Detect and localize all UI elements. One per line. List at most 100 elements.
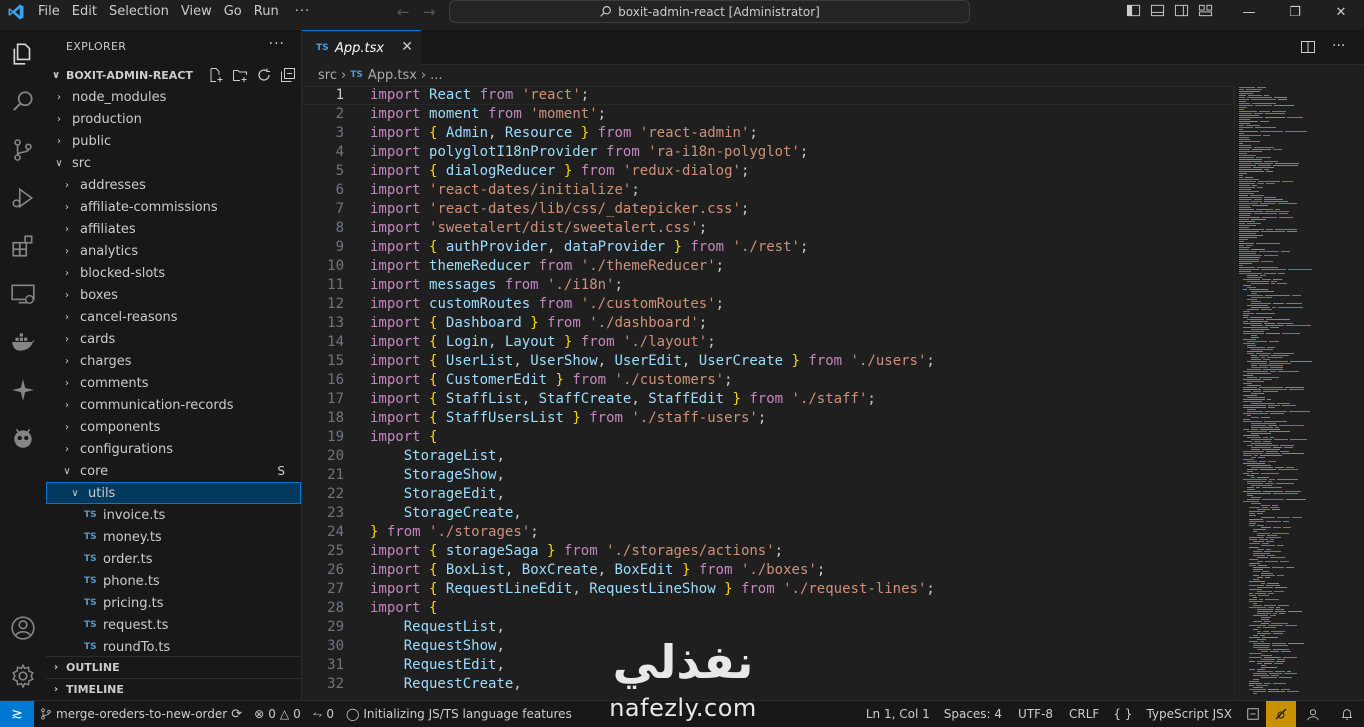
command-center[interactable]: boxit-admin-react [Administrator] [449,0,970,23]
tree-folder[interactable]: › charges [46,350,301,372]
extension-icon[interactable] [1240,707,1266,721]
breadcrumb-symbols[interactable]: ... [430,68,442,83]
indentation[interactable]: Spaces: 4 [936,707,1010,721]
problems-status[interactable]: ⊗ 0 △ 0 [248,707,307,721]
go-back-icon[interactable]: ← [390,3,416,21]
outline-section-header[interactable]: › OUTLINE [46,656,302,678]
close-icon[interactable]: ✕ [401,39,413,55]
toggle-secondary-sidebar-icon[interactable] [1174,3,1189,18]
code-editor[interactable]: 1 import React from 'react'; 2 import momen… [302,85,1234,700]
tree-folder[interactable]: › affiliates [46,218,301,240]
customize-layout-icon[interactable] [1198,3,1213,18]
close-window-icon[interactable]: ✕ [1318,0,1364,24]
collapse-all-icon[interactable] [280,67,296,83]
new-file-icon[interactable] [208,67,224,83]
toggle-primary-sidebar-icon[interactable] [1126,3,1141,18]
tree-file[interactable]: TS request.ts [46,614,301,636]
platformio-icon[interactable] [0,414,46,462]
restore-icon[interactable]: ❐ [1272,0,1318,24]
tree-folder[interactable]: › boxes [46,284,301,306]
menu-file[interactable]: File [32,0,66,24]
minimap-line [1261,309,1272,310]
code-token: messages [429,277,497,293]
explorer-icon[interactable] [0,30,46,78]
code-token: StorageCreate [403,505,514,521]
line-number: 19 [327,429,344,445]
breadcrumb-file[interactable]: App.tsx [368,68,417,83]
tab-app-tsx[interactable]: TS App.tsx ✕ [302,30,421,65]
project-section-header[interactable]: ∨ BOXIT-ADMIN-REACT [46,64,302,86]
tree-folder[interactable]: › components [46,416,301,438]
notifications-icon[interactable] [1330,707,1364,721]
tree-file[interactable]: TS money.ts [46,526,301,548]
tree-folder[interactable]: ∨ core S [46,460,301,482]
menu-more-button[interactable]: ··· [285,0,320,24]
tree-folder[interactable]: › addresses [46,174,301,196]
settings-gear-icon[interactable] [0,652,46,700]
tree-folder[interactable]: ∨ utils [46,482,301,504]
tree-folder[interactable]: › analytics [46,240,301,262]
minimap[interactable] [1234,85,1364,700]
tree-file[interactable]: TS pricing.ts [46,592,301,614]
go-forward-icon[interactable]: → [416,3,442,21]
minimap-line [1239,201,1249,202]
split-editor-icon[interactable] [1300,39,1316,55]
tree-folder[interactable]: › cancel-reasons [46,306,301,328]
menu-edit[interactable]: Edit [66,0,103,24]
menu-go[interactable]: Go [218,0,248,24]
new-folder-icon[interactable] [232,67,248,83]
tree-folder[interactable]: › production [46,108,301,130]
tree-file[interactable]: TS phone.ts [46,570,301,592]
task-status[interactable]: ◯ Initializing JS/TS language features [340,707,578,721]
language-mode[interactable]: TypeScript JSX [1138,707,1240,721]
menu-view[interactable]: View [175,0,218,24]
tree-folder[interactable]: › communication-records [46,394,301,416]
minimap-line [1273,447,1282,448]
minimap-line [1243,479,1267,480]
braces-icon[interactable]: { } [1107,707,1138,721]
tree-file[interactable]: TS invoice.ts [46,504,301,526]
refresh-icon[interactable] [256,67,272,83]
accounts-status-icon[interactable] [1296,707,1330,721]
tree-folder[interactable]: › public [46,130,301,152]
line-ending[interactable]: CRLF [1061,707,1107,721]
tree-folder[interactable]: › blocked-slots [46,262,301,284]
ports-status[interactable]: ⥊ 0 [307,707,340,722]
more-actions-icon[interactable]: ··· [1332,39,1348,55]
docker-icon[interactable] [0,318,46,366]
encoding[interactable]: UTF-8 [1010,707,1061,721]
tree-folder[interactable]: › configurations [46,438,301,460]
search-icon[interactable] [0,78,46,126]
line-number: 10 [327,258,344,274]
chevron-right-icon: › [65,443,69,455]
toggle-panel-icon[interactable] [1150,3,1165,18]
minimap-line [1251,283,1269,284]
tree-file[interactable]: TS order.ts [46,548,301,570]
breadcrumb-folder[interactable]: src [318,68,337,83]
extensions-icon[interactable] [0,222,46,270]
branch-status[interactable]: merge-oreders-to-new-order ⟳ [34,707,248,722]
minimize-icon[interactable]: — [1226,0,1272,24]
tree-folder[interactable]: › cards [46,328,301,350]
source-control-icon[interactable] [0,126,46,174]
remote-explorer-icon[interactable] [0,270,46,318]
tree-folder[interactable]: › comments [46,372,301,394]
copilot-status-icon[interactable] [1266,701,1296,727]
run-debug-icon[interactable] [0,174,46,222]
remote-indicator-icon[interactable]: ≳ [0,701,34,727]
tree-folder[interactable]: › affiliate-commissions [46,196,301,218]
menu-selection[interactable]: Selection [103,0,175,24]
timeline-section-header[interactable]: › TIMELINE [46,678,302,700]
copilot-icon[interactable] [0,366,46,414]
tree-file[interactable]: TS roundTo.ts [46,636,301,658]
sync-icon[interactable]: ⟳ [231,707,242,722]
menu-run[interactable]: Run [248,0,285,24]
explorer-more-button[interactable]: ··· [269,36,285,52]
tree-folder[interactable]: › node_modules [46,86,301,108]
tree-folder[interactable]: ∨ src [46,152,301,174]
cursor-position[interactable]: Ln 1, Col 1 [860,707,936,721]
accounts-icon[interactable] [0,604,46,652]
code-token: './staff-users' [631,410,758,426]
